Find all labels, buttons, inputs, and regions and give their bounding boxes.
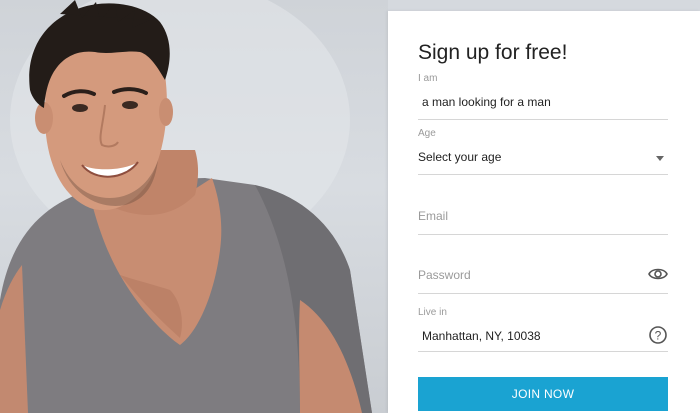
signup-title: Sign up for free! [418,41,568,64]
join-now-button[interactable]: JOIN NOW [418,377,668,411]
password-field[interactable]: Password [418,265,668,294]
hero-photo [0,0,388,413]
svg-text:?: ? [655,329,662,343]
age-label: Age [418,128,436,139]
location-value: Manhattan, NY, 10038 [422,329,541,343]
password-placeholder: Password [418,268,471,282]
eye-icon[interactable] [648,264,668,284]
age-select[interactable]: Age Select your age [418,128,668,175]
help-icon[interactable]: ? [648,325,668,345]
email-field[interactable]: Email [418,206,668,235]
location-field[interactable]: Live in Manhattan, NY, 10038 ? [418,307,668,352]
signup-card: Sign up for free! I am a man looking for… [388,11,700,413]
i-am-select[interactable]: I am a man looking for a man [418,73,668,120]
email-placeholder: Email [418,209,449,223]
chevron-down-icon [656,156,664,161]
i-am-label: I am [418,73,438,84]
i-am-value: a man looking for a man [422,95,551,109]
man-portrait-illustration [0,0,372,413]
live-in-label: Live in [418,307,447,318]
age-value: Select your age [418,150,502,164]
